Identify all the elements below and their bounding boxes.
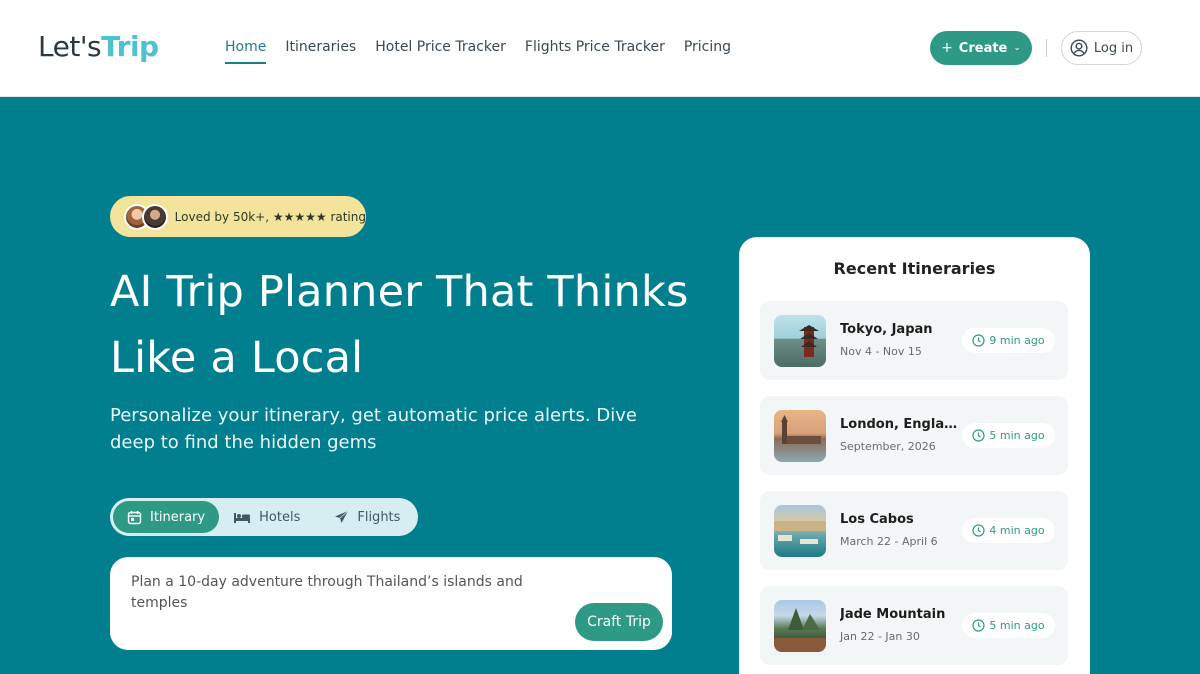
nav-home[interactable]: Home	[225, 39, 267, 64]
time-ago-badge: 4 min ago	[962, 518, 1055, 543]
itinerary-item-tokyo[interactable]: Tokyo, Japan Nov 4 - Nov 15 9 min ago	[760, 301, 1068, 380]
hero-section: Loved by 50k+, ★★★★★ rating AI Trip Plan…	[0, 97, 1200, 674]
itinerary-date: March 22 - April 6	[840, 535, 938, 548]
tab-hotels-label: Hotels	[259, 509, 301, 525]
time-ago-text: 9 min ago	[989, 334, 1045, 347]
time-ago-badge: 5 min ago	[962, 423, 1055, 448]
time-ago-text: 5 min ago	[989, 619, 1045, 632]
itinerary-thumbnail	[774, 315, 826, 367]
tab-hotels[interactable]: Hotels	[219, 501, 314, 533]
plus-icon: +	[941, 40, 953, 56]
logo[interactable]: Let'sTrip	[38, 30, 159, 63]
itinerary-item-jade-mountain[interactable]: Jade Mountain Jan 22 - Jan 30 5 min ago	[760, 586, 1068, 665]
trip-prompt-box[interactable]: Plan a 10-day adventure through Thailand…	[110, 557, 672, 650]
mode-tabs: Itinerary Hotels Flights	[110, 498, 418, 536]
create-label: Create	[958, 40, 1008, 56]
clock-icon	[972, 524, 985, 537]
hero-title: AI Trip Planner That Thinks Like a Local	[110, 259, 690, 391]
site-header: Let'sTrip Home Itineraries Hotel Price T…	[0, 0, 1200, 97]
hero-title-line1: AI Trip Planner That Thinks	[110, 267, 689, 317]
nav-pricing[interactable]: Pricing	[684, 39, 731, 64]
nav-itineraries[interactable]: Itineraries	[285, 39, 356, 64]
nav-flights-price-tracker[interactable]: Flights Price Tracker	[525, 39, 665, 64]
time-ago-badge: 5 min ago	[962, 613, 1055, 638]
logo-text-trip: Trip	[101, 30, 159, 63]
time-ago-text: 4 min ago	[989, 524, 1045, 537]
time-ago-text: 5 min ago	[989, 429, 1045, 442]
calendar-icon	[127, 510, 142, 524]
craft-trip-button[interactable]: Craft Trip	[575, 603, 663, 641]
hero-subtitle: Personalize your itinerary, get automati…	[110, 405, 637, 453]
tab-itinerary[interactable]: Itinerary	[113, 501, 220, 533]
itinerary-name: Jade Mountain	[840, 607, 946, 622]
itinerary-date: Nov 4 - Nov 15	[840, 345, 922, 358]
itinerary-thumbnail	[774, 505, 826, 557]
header-divider	[1046, 39, 1047, 57]
itinerary-name: London, England	[840, 417, 958, 432]
avatar-group	[124, 203, 168, 231]
tab-flights[interactable]: Flights	[320, 501, 414, 533]
itinerary-item-los-cabos[interactable]: Los Cabos March 22 - April 6 4 min ago	[760, 491, 1068, 570]
clock-icon	[972, 334, 985, 347]
main-nav: Home Itineraries Hotel Price Tracker Fli…	[225, 39, 731, 64]
logo-text-lets: Let's	[38, 30, 102, 63]
avatar	[142, 203, 168, 230]
itinerary-date: Jan 22 - Jan 30	[840, 630, 920, 643]
clock-icon	[972, 429, 985, 442]
clock-icon	[972, 619, 985, 632]
itinerary-thumbnail	[774, 410, 826, 462]
airplane-icon	[335, 510, 349, 523]
user-circle-icon	[1070, 39, 1088, 57]
time-ago-badge: 9 min ago	[962, 328, 1055, 353]
tab-itinerary-label: Itinerary	[150, 509, 206, 525]
itinerary-date: September, 2026	[840, 440, 936, 453]
recent-itineraries-title: Recent Itineraries	[833, 259, 996, 278]
create-button[interactable]: + Create ⌄	[930, 31, 1032, 65]
nav-hotel-price-tracker[interactable]: Hotel Price Tracker	[375, 39, 506, 64]
itinerary-name: Tokyo, Japan	[840, 322, 933, 337]
bed-icon	[234, 513, 251, 523]
itinerary-item-london[interactable]: London, England September, 2026 5 min ag…	[760, 396, 1068, 475]
chevron-down-icon: ⌄	[1013, 43, 1021, 53]
rating-text: Loved by 50k+, ★★★★★ rating	[174, 209, 366, 224]
trip-prompt-input[interactable]: Plan a 10-day adventure through Thailand…	[131, 572, 551, 614]
login-label: Log in	[1093, 40, 1134, 56]
itinerary-name: Los Cabos	[840, 512, 914, 527]
login-button[interactable]: Log in	[1061, 31, 1142, 65]
recent-itineraries-card: Recent Itineraries Tokyo, Japan Nov 4 - …	[739, 237, 1090, 674]
itinerary-thumbnail	[774, 600, 826, 652]
rating-badge: Loved by 50k+, ★★★★★ rating	[110, 196, 366, 237]
hero-title-line2: Like a Local	[110, 333, 364, 383]
tab-flights-label: Flights	[357, 509, 401, 525]
